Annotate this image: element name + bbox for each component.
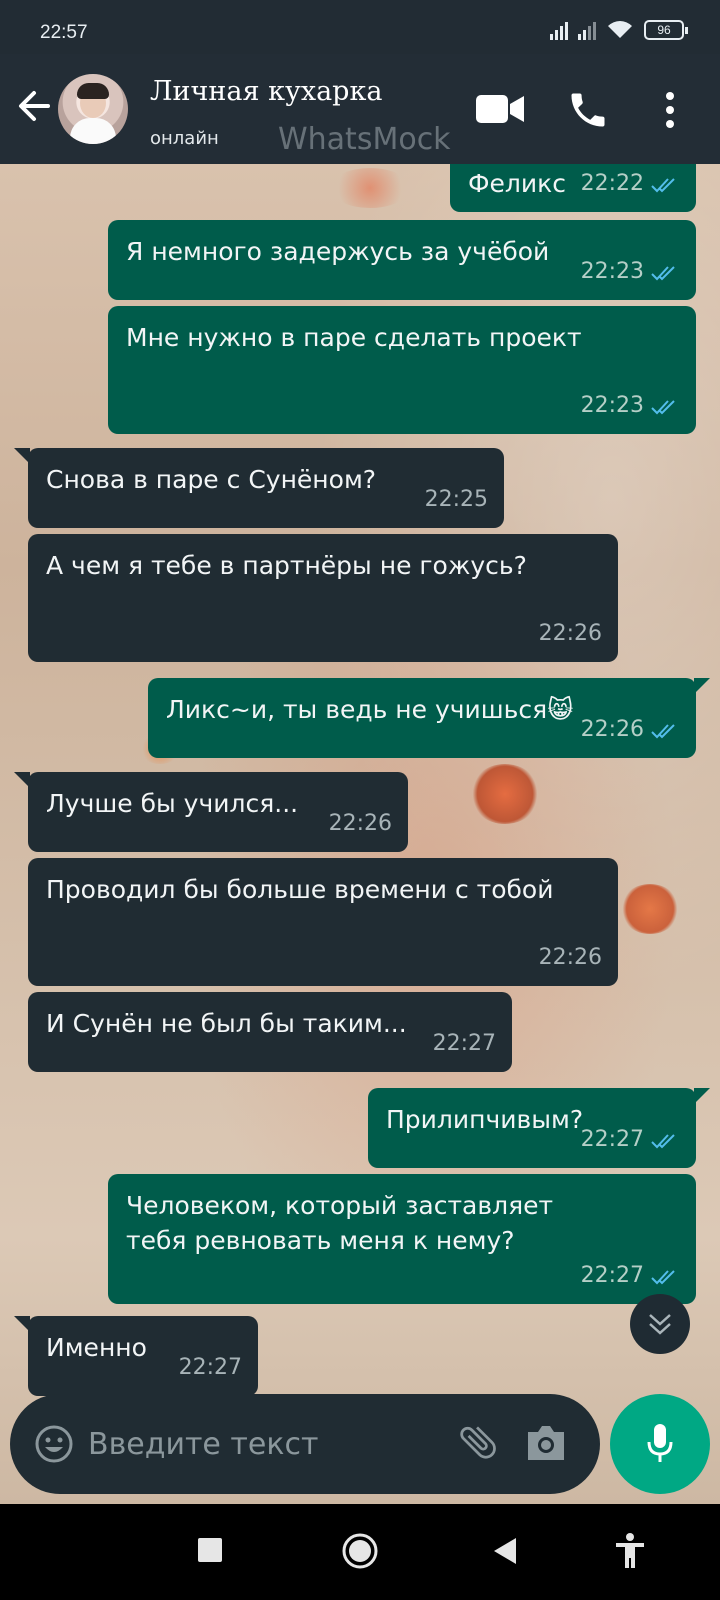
message-meta: 22:25 [425,485,488,516]
read-ticks-icon [651,1133,675,1149]
message-text: Лучше бы учился... [46,789,299,818]
message-time: 22:22 [580,171,644,197]
back-nav-icon[interactable] [492,1536,518,1566]
message-meta: 22:27 [581,1261,680,1292]
message-meta: 22:27 [433,1029,496,1060]
message-meta: 22:23 [581,391,680,422]
microphone-icon [647,1424,673,1462]
message-bubble-outgoing[interactable]: Я немного задержусь за учёбой 22:23 [108,220,696,300]
scroll-to-bottom-button[interactable] [630,1294,690,1354]
message-time: 22:26 [328,811,392,837]
message-time: 22:26 [580,717,644,743]
message-text: Именно [46,1333,147,1362]
status-time: 22:57 [40,22,88,43]
status-bar: 22:57 96 [0,0,720,54]
system-nav-bar [0,1504,720,1600]
message-bubble-outgoing[interactable]: Прилипчивым? 22:27 [368,1088,696,1168]
message-meta: 22:27 [581,1125,680,1156]
message-time: 22:27 [178,1355,242,1381]
message-bubble-incoming[interactable]: Именно 22:27 [28,1316,258,1396]
battery-level: 96 [657,23,671,37]
message-time: 22:25 [424,487,488,513]
message-text: И Сунён не был бы таким... [46,1009,407,1038]
message-text: Мне нужно в паре сделать проект [126,323,582,352]
message-bubble-outgoing[interactable]: Человеком, который заставляет тебя ревно… [108,1174,696,1304]
watermark: WhatsMock [278,122,451,157]
message-meta: 22:27 [179,1353,242,1384]
read-ticks-icon [651,723,675,739]
message-time: 22:27 [580,1263,644,1289]
message-bubble-incoming[interactable]: Снова в паре с Сунёном? 22:25 [28,448,504,528]
read-ticks-icon [651,1269,675,1285]
wallpaper-flower [330,168,410,208]
camera-icon[interactable] [524,1422,568,1464]
voice-record-button[interactable] [610,1394,710,1494]
read-ticks-icon [651,399,675,415]
message-bubble-outgoing[interactable]: Мне нужно в паре сделать проект 22:23 [108,306,696,434]
recents-icon[interactable] [198,1538,222,1562]
message-bubble-incoming[interactable]: Проводил бы больше времени с тобой 22:26 [28,858,618,986]
chat-area[interactable]: Феликс 22:22 Я немного задержусь за учёб… [0,164,720,1504]
message-meta: 22:22 [581,169,680,200]
wallpaper-flower [470,764,540,824]
avatar[interactable] [58,74,128,144]
double-chevron-down-icon [649,1314,671,1335]
message-bubble-incoming[interactable]: И Сунён не был бы таким... 22:27 [28,992,512,1072]
home-icon[interactable] [341,1532,379,1570]
message-text: Прилипчивым? [386,1105,584,1134]
attachment-icon[interactable] [456,1420,500,1464]
message-text: Проводил бы больше времени с тобой [46,875,554,904]
signal-roaming-icon [578,20,596,40]
more-options-icon[interactable] [664,90,676,130]
message-text: Феликс [468,169,566,198]
message-time: 22:26 [538,945,602,971]
wallpaper-flower [620,884,680,934]
message-text: Человеком, который заставляет тебя ревно… [126,1191,554,1255]
message-time: 22:23 [580,259,644,285]
message-text: А чем я тебе в партнёры не гожусь? [46,551,527,580]
chat-header: Личная кухарка онлайн WhatsMock [0,54,720,164]
message-bubble-outgoing[interactable]: Феликс 22:22 [450,164,696,212]
status-indicators: 96 [550,20,688,40]
video-call-icon[interactable] [474,92,526,126]
message-text: Я немного задержусь за учёбой [126,237,550,266]
contact-status: онлайн [150,128,219,149]
read-ticks-icon [651,265,675,281]
message-input[interactable] [88,1420,438,1468]
emoji-icon[interactable] [34,1424,74,1464]
back-arrow-icon[interactable] [14,84,54,128]
contact-name[interactable]: Личная кухарка [150,76,382,107]
message-text: Снова в паре с Сунёном? [46,465,377,494]
message-time: 22:27 [580,1127,644,1153]
message-meta: 22:26 [539,619,602,650]
message-bubble-incoming[interactable]: А чем я тебе в партнёры не гожусь? 22:26 [28,534,618,662]
message-meta: 22:26 [539,943,602,974]
bubble-tail [694,1088,710,1104]
accessibility-icon[interactable] [614,1532,646,1570]
wifi-icon [608,21,632,38]
message-time: 22:26 [538,621,602,647]
message-meta: 22:23 [581,257,680,288]
battery-icon: 96 [644,20,688,40]
read-ticks-icon [651,177,675,193]
signal-icon [550,20,568,40]
message-composer [10,1394,600,1494]
message-bubble-incoming[interactable]: Лучше бы учился... 22:26 [28,772,408,852]
voice-call-icon[interactable] [566,88,610,132]
message-meta: 22:26 [329,809,392,840]
message-bubble-outgoing[interactable]: Ликс~и, ты ведь не учишься😸 22:26 [148,678,696,758]
message-text: Ликс~и, ты ведь не учишься😸 [166,695,574,724]
message-meta: 22:26 [581,715,680,746]
message-time: 22:27 [432,1031,496,1057]
message-time: 22:23 [580,393,644,419]
bubble-tail [694,678,710,694]
